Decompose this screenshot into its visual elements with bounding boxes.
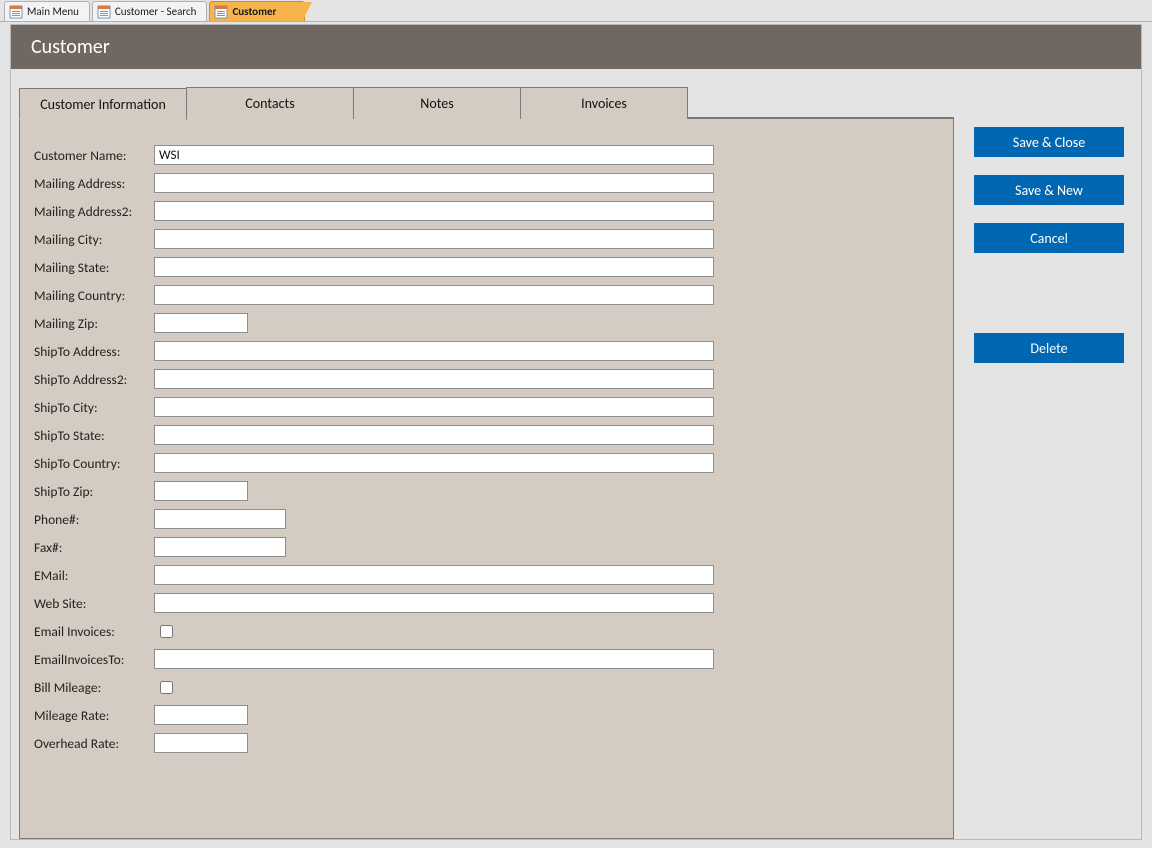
- tab-customer-information[interactable]: Customer Information: [19, 88, 187, 120]
- label-phone: Phone#:: [34, 511, 154, 528]
- label-overhead-rate: Overhead Rate:: [34, 735, 154, 752]
- object-tab-bar: Main Menu Customer - Search Customer: [0, 0, 1152, 22]
- email-input[interactable]: [154, 565, 714, 585]
- mileage-rate-input[interactable]: [154, 705, 248, 725]
- label-fax: Fax#:: [34, 539, 154, 556]
- label-mileage-rate: Mileage Rate:: [34, 707, 154, 724]
- overhead-rate-input[interactable]: [154, 733, 248, 753]
- shipto-address2-input[interactable]: [154, 369, 714, 389]
- website-input[interactable]: [154, 593, 714, 613]
- mailing-state-input[interactable]: [154, 257, 714, 277]
- shipto-zip-input[interactable]: [154, 481, 248, 501]
- form-body: Customer Information Contacts Notes Invo…: [11, 69, 1141, 839]
- delete-button[interactable]: Delete: [974, 333, 1124, 363]
- shipto-country-input[interactable]: [154, 453, 714, 473]
- object-tab-label: Customer: [232, 5, 276, 18]
- object-tab-label: Main Menu: [27, 5, 79, 18]
- label-shipto-country: ShipTo Country:: [34, 455, 154, 472]
- tab-notes[interactable]: Notes: [353, 87, 521, 119]
- label-mailing-state: Mailing State:: [34, 259, 154, 276]
- tab-page-customer-information: Customer Name: Mailing Address: Mailing …: [19, 119, 954, 839]
- page-title: Customer: [31, 35, 110, 59]
- form-header: Customer: [11, 25, 1141, 69]
- label-website: Web Site:: [34, 595, 154, 612]
- app-window: Main Menu Customer - Search Customer Cus…: [0, 0, 1152, 848]
- label-shipto-city: ShipTo City:: [34, 399, 154, 416]
- form-icon: [214, 5, 228, 19]
- object-tab-main-menu[interactable]: Main Menu: [4, 1, 90, 21]
- email-invoices-checkbox[interactable]: [160, 625, 173, 638]
- object-tab-customer-search[interactable]: Customer - Search: [92, 1, 208, 21]
- mailing-address2-input[interactable]: [154, 201, 714, 221]
- bill-mileage-checkbox[interactable]: [160, 681, 173, 694]
- tab-contacts[interactable]: Contacts: [186, 87, 354, 119]
- action-button-column: Save & Close Save & New Cancel Delete: [974, 87, 1144, 829]
- label-mailing-zip: Mailing Zip:: [34, 315, 154, 332]
- shipto-address-input[interactable]: [154, 341, 714, 361]
- form-icon: [97, 5, 111, 19]
- mailing-zip-input[interactable]: [154, 313, 248, 333]
- fax-input[interactable]: [154, 537, 286, 557]
- cancel-button[interactable]: Cancel: [974, 223, 1124, 253]
- label-email-invoices: Email Invoices:: [34, 623, 154, 640]
- left-column: Customer Information Contacts Notes Invo…: [19, 87, 954, 829]
- label-mailing-city: Mailing City:: [34, 231, 154, 248]
- tab-invoices[interactable]: Invoices: [520, 87, 688, 119]
- inner-tab-strip: Customer Information Contacts Notes Invo…: [19, 87, 954, 119]
- label-mailing-country: Mailing Country:: [34, 287, 154, 304]
- label-shipto-address: ShipTo Address:: [34, 343, 154, 360]
- label-shipto-state: ShipTo State:: [34, 427, 154, 444]
- mailing-address-input[interactable]: [154, 173, 714, 193]
- form-area: Customer Customer Information Contacts N…: [10, 24, 1142, 840]
- object-tab-customer[interactable]: Customer: [209, 1, 305, 21]
- phone-input[interactable]: [154, 509, 286, 529]
- label-shipto-zip: ShipTo Zip:: [34, 483, 154, 500]
- form-icon: [9, 5, 23, 19]
- label-shipto-address2: ShipTo Address2:: [34, 371, 154, 388]
- mailing-city-input[interactable]: [154, 229, 714, 249]
- save-close-button[interactable]: Save & Close: [974, 127, 1124, 157]
- shipto-state-input[interactable]: [154, 425, 714, 445]
- customer-name-input[interactable]: [154, 145, 714, 165]
- shipto-city-input[interactable]: [154, 397, 714, 417]
- label-email: EMail:: [34, 567, 154, 584]
- mailing-country-input[interactable]: [154, 285, 714, 305]
- label-mailing-address2: Mailing Address2:: [34, 203, 154, 220]
- label-email-invoices-to: EmailInvoicesTo:: [34, 651, 154, 668]
- label-bill-mileage: Bill Mileage:: [34, 679, 154, 696]
- save-new-button[interactable]: Save & New: [974, 175, 1124, 205]
- label-mailing-address: Mailing Address:: [34, 175, 154, 192]
- tab-filler: [688, 87, 954, 118]
- object-tab-label: Customer - Search: [115, 5, 197, 18]
- label-customer-name: Customer Name:: [34, 147, 154, 164]
- email-invoices-to-input[interactable]: [154, 649, 714, 669]
